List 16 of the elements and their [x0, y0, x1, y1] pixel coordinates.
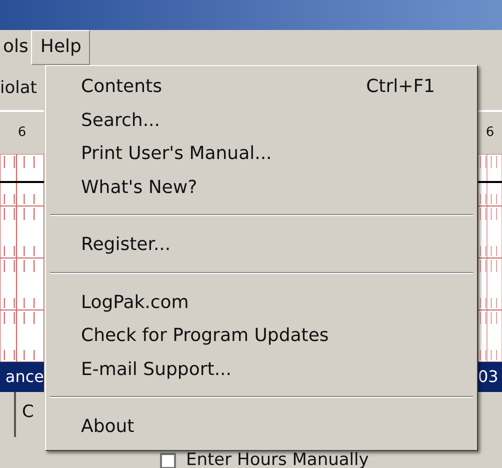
menu-item[interactable]: Register... [48, 228, 475, 262]
menu-item[interactable]: LogPak.com [48, 286, 475, 319]
menu-item[interactable]: Help [31, 30, 90, 65]
status-text: 03 [478, 362, 502, 392]
checkbox[interactable] [160, 452, 176, 468]
menu-item[interactable]: Search... [48, 104, 475, 137]
status-text: ance [0, 362, 44, 392]
menu-item[interactable]: Print User's Manual... [48, 137, 475, 170]
menu-item[interactable]: Check for Program Updates [48, 319, 475, 352]
checkbox-label: Enter Hours Manually [186, 448, 369, 468]
column-label: 6 [484, 124, 496, 142]
column-label: 6 [16, 124, 28, 142]
menu-item[interactable]: What's New? [48, 170, 475, 204]
menu-item[interactable]: About [48, 410, 475, 444]
menu-item[interactable]: Contents Ctrl+F1 [48, 70, 475, 104]
menu-item[interactable]: E-mail Support... [48, 352, 475, 386]
